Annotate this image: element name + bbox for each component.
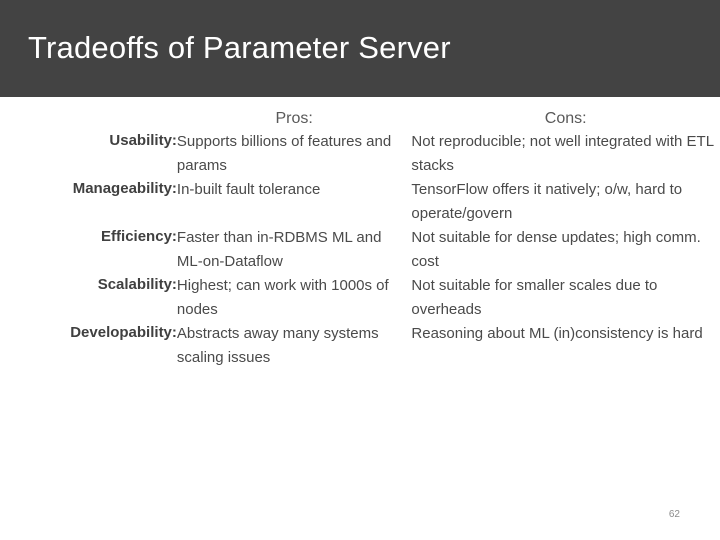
slide-title-bar: Tradeoffs of Parameter Server: [0, 0, 720, 97]
row-cons-efficiency: Not suitable for dense updates; high com…: [411, 229, 701, 270]
table-body: Usability: Supports billions of features…: [0, 130, 720, 370]
table-row: Developability: Abstracts away many syst…: [0, 322, 720, 370]
column-header-cons: Cons:: [544, 110, 587, 127]
table-row: Scalability: Highest; can work with 1000…: [0, 274, 720, 322]
row-pros-usability: Supports billions of features and params: [176, 133, 392, 174]
table-header-row: Pros: Cons:: [0, 108, 720, 130]
row-cons-developability: Reasoning about ML (in)consistency is ha…: [411, 325, 703, 342]
row-pros-manageability: In-built fault tolerance: [176, 181, 321, 198]
page-title: Tradeoffs of Parameter Server: [28, 30, 451, 65]
table-row: Usability: Supports billions of features…: [0, 130, 720, 178]
table-row: Manageability: In-built fault tolerance …: [0, 178, 720, 226]
row-label-manageability: Manageability:: [72, 180, 177, 197]
table-header: Pros: Cons:: [0, 108, 720, 130]
row-pros-developability: Abstracts away many systems scaling issu…: [176, 325, 379, 366]
slide-root: Tradeoffs of Parameter Server Pros: Cons…: [0, 0, 720, 540]
row-label-usability: Usability:: [109, 132, 177, 149]
row-cons-scalability: Not suitable for smaller scales due to o…: [411, 277, 658, 318]
tradeoffs-table: Pros: Cons: Usability: Supports billions…: [0, 108, 720, 370]
row-label-efficiency: Efficiency:: [101, 228, 177, 245]
row-label-scalability: Scalability:: [97, 276, 177, 293]
row-cons-manageability: TensorFlow offers it natively; o/w, hard…: [411, 181, 683, 222]
column-header-pros: Pros:: [275, 110, 313, 127]
row-pros-efficiency: Faster than in-RDBMS ML and ML-on-Datafl…: [176, 229, 382, 270]
row-cons-usability: Not reproducible; not well integrated wi…: [411, 133, 714, 174]
table-row: Efficiency: Faster than in-RDBMS ML and …: [0, 226, 720, 274]
row-label-developability: Developability:: [70, 324, 177, 341]
page-number: 62: [668, 509, 680, 520]
row-pros-scalability: Highest; can work with 1000s of nodes: [176, 277, 389, 318]
column-header-category: [0, 108, 177, 130]
